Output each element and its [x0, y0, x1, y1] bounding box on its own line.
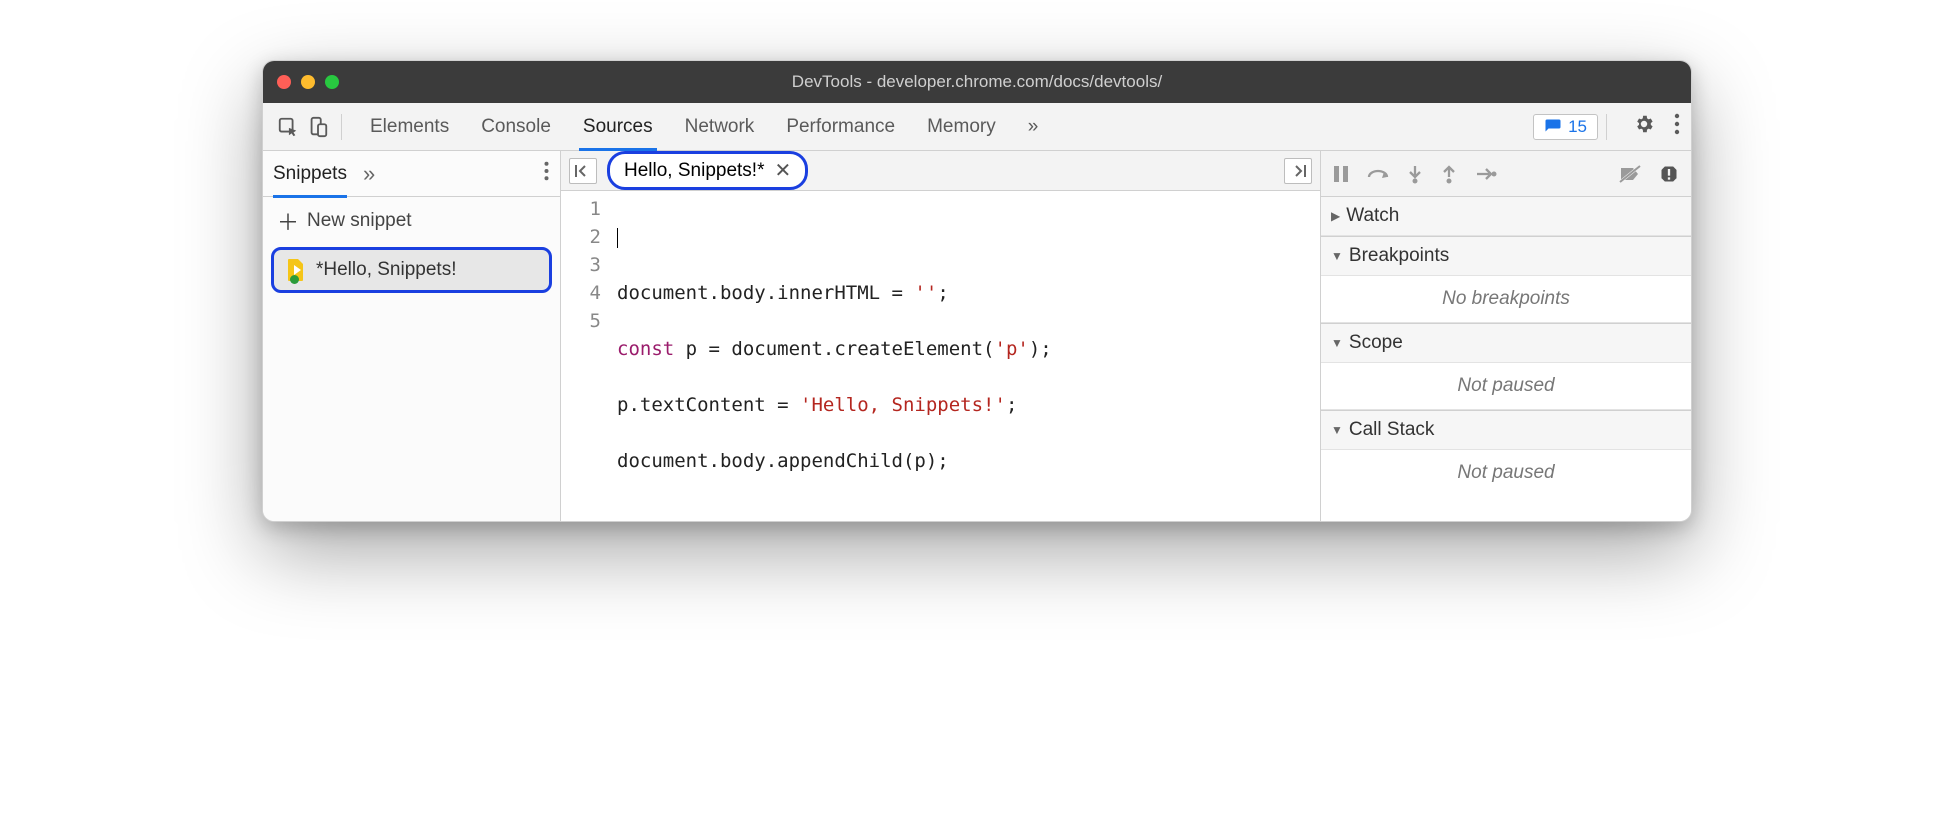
window-title: DevTools - developer.chrome.com/docs/dev…	[263, 72, 1691, 92]
titlebar: DevTools - developer.chrome.com/docs/dev…	[263, 61, 1691, 103]
expand-down-icon: ▼	[1331, 423, 1343, 437]
breakpoints-section-header[interactable]: ▼ Breakpoints	[1321, 236, 1691, 276]
new-snippet-button[interactable]: ＋ New snippet	[263, 197, 560, 245]
plus-icon: ＋	[277, 205, 299, 237]
scope-section-header[interactable]: ▼ Scope	[1321, 323, 1691, 363]
breakpoints-body: No breakpoints	[1321, 276, 1691, 323]
code-line[interactable]: const p = document.createElement('p');	[617, 335, 1320, 363]
editor-tab-bar: Hello, Snippets!* ✕	[561, 151, 1320, 191]
tab-network[interactable]: Network	[683, 104, 757, 150]
step-out-icon[interactable]	[1441, 164, 1457, 184]
new-snippet-label: New snippet	[307, 210, 412, 232]
issues-count: 15	[1568, 117, 1587, 137]
window-zoom-button[interactable]	[325, 75, 339, 89]
code-line[interactable]	[617, 223, 1320, 251]
issues-badge[interactable]: 15	[1533, 114, 1598, 140]
history-back-icon[interactable]	[569, 158, 597, 184]
editor-column: Hello, Snippets!* ✕ 1 2 3 4 5 document.b…	[561, 151, 1321, 521]
callstack-section-header[interactable]: ▼ Call Stack	[1321, 410, 1691, 450]
sidebar-tab-snippets[interactable]: Snippets	[273, 163, 347, 185]
traffic-lights	[277, 75, 339, 89]
sidebar: Snippets » ＋ New snippet *Hello, Snippet…	[263, 151, 561, 521]
code-line[interactable]: document.body.innerHTML = '';	[617, 279, 1320, 307]
device-toolbar-icon[interactable]	[303, 112, 333, 142]
snippet-item-label: *Hello, Snippets!	[316, 259, 456, 281]
devtools-tab-strip: Elements Console Sources Network Perform…	[263, 103, 1691, 151]
tab-performance[interactable]: Performance	[784, 104, 897, 150]
sidebar-header: Snippets »	[263, 151, 560, 197]
editor-tab-label: Hello, Snippets!*	[624, 160, 764, 182]
settings-gear-icon[interactable]	[1633, 113, 1655, 141]
tab-elements[interactable]: Elements	[368, 104, 451, 150]
step-icon[interactable]	[1475, 166, 1497, 182]
history-forward-icon[interactable]	[1284, 158, 1312, 184]
close-tab-icon[interactable]: ✕	[774, 158, 791, 183]
unsaved-dot-icon	[290, 275, 299, 284]
step-into-icon[interactable]	[1407, 164, 1423, 184]
panel-tabs: Elements Console Sources Network Perform…	[368, 104, 1040, 150]
snippet-item[interactable]: *Hello, Snippets!	[271, 247, 552, 293]
code-line[interactable]: document.body.appendChild(p);	[617, 447, 1320, 475]
scope-body: Not paused	[1321, 363, 1691, 410]
sidebar-more-icon[interactable]	[543, 161, 550, 187]
window-close-button[interactable]	[277, 75, 291, 89]
line-gutter: 1 2 3 4 5	[561, 195, 611, 522]
pause-icon[interactable]	[1333, 165, 1349, 183]
code-content[interactable]: document.body.innerHTML = ''; const p = …	[611, 195, 1320, 522]
tab-overflow-icon[interactable]: »	[1026, 104, 1041, 150]
sidebar-overflow-icon[interactable]: »	[363, 161, 375, 187]
tab-sources[interactable]: Sources	[581, 104, 655, 150]
expand-down-icon: ▼	[1331, 249, 1343, 263]
watch-section-header[interactable]: ▶ Watch	[1321, 197, 1691, 236]
tab-memory[interactable]: Memory	[925, 104, 998, 150]
devtools-window: DevTools - developer.chrome.com/docs/dev…	[262, 60, 1692, 522]
deactivate-breakpoints-icon[interactable]	[1619, 165, 1641, 183]
code-line[interactable]: p.textContent = 'Hello, Snippets!';	[617, 391, 1320, 419]
debugger-toolbar	[1321, 151, 1691, 197]
sources-panel: Snippets » ＋ New snippet *Hello, Snippet…	[263, 151, 1691, 521]
debugger-sidebar: ▶ Watch ▼ Breakpoints No breakpoints ▼ S…	[1321, 151, 1691, 521]
divider	[1606, 114, 1607, 140]
expand-down-icon: ▼	[1331, 336, 1343, 350]
pause-exceptions-icon[interactable]	[1659, 164, 1679, 184]
callstack-body: Not paused	[1321, 450, 1691, 496]
expand-right-icon: ▶	[1331, 209, 1340, 223]
code-editor[interactable]: 1 2 3 4 5 document.body.innerHTML = ''; …	[561, 191, 1320, 522]
tab-console[interactable]: Console	[479, 104, 553, 150]
editor-tab[interactable]: Hello, Snippets!* ✕	[607, 151, 808, 190]
window-minimize-button[interactable]	[301, 75, 315, 89]
inspect-element-icon[interactable]	[273, 112, 303, 142]
divider	[341, 114, 342, 140]
more-menu-icon[interactable]	[1673, 113, 1681, 141]
step-over-icon[interactable]	[1367, 165, 1389, 183]
